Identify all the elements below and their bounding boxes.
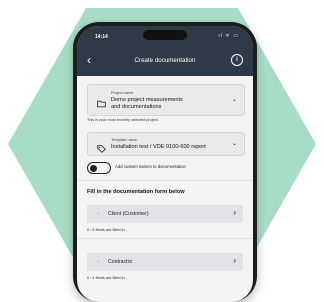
- tag-icon: [97, 140, 106, 158]
- form-item-contractor[interactable]: ⌄ Contractor ›: [87, 253, 243, 271]
- template-label: Template name: [111, 138, 137, 142]
- project-label: Project name: [111, 91, 134, 95]
- chevron-right-icon: ›: [233, 256, 236, 265]
- chevron-down-icon: ⌄: [96, 258, 101, 264]
- status-bar: 14:14 ıl ᯤ ▭: [77, 26, 253, 46]
- project-value-line1: Demo project measurements: [111, 97, 183, 103]
- form-item-fill-status: 0 / 5 fields are filled in: [87, 227, 125, 232]
- project-select[interactable]: Project name Demo project measurements a…: [87, 84, 245, 116]
- project-hint: This is your most recently selected proj…: [87, 118, 159, 122]
- section-divider: [77, 180, 253, 181]
- status-icons: ıl ᯤ ▭: [218, 33, 239, 39]
- chevron-right-icon: ›: [233, 208, 236, 217]
- page-title: Create documentation: [134, 57, 196, 64]
- template-select[interactable]: Template name Installation test / VDE 01…: [87, 132, 245, 156]
- form-item-fill-status: 0 / 4 fields are filled in: [87, 275, 125, 280]
- chevron-down-icon: ⌄: [231, 97, 237, 103]
- project-value-line2: and documentations: [111, 104, 162, 110]
- form-item-client[interactable]: ⌄ Client (Customer) ›: [87, 205, 243, 223]
- form-section-title: Fill in the documentation form below: [87, 189, 185, 195]
- phone-screen: 14:14 ıl ᯤ ▭ ‹ Create documentation i Pr…: [77, 26, 253, 302]
- form-item-name: Client (Customer): [108, 211, 149, 217]
- custom-names-label: Add custom names to documentation: [115, 164, 186, 169]
- info-icon[interactable]: i: [231, 54, 243, 66]
- toggle-knob: [90, 164, 97, 172]
- custom-names-toggle[interactable]: [87, 162, 111, 174]
- chevron-down-icon: ⌄: [231, 141, 237, 147]
- form-item-name: Contractor: [108, 259, 133, 265]
- item-divider: [77, 238, 253, 239]
- template-value: Installation test / VDE 0100-600 report: [111, 144, 206, 150]
- app-header: ‹ Create documentation i: [77, 46, 253, 76]
- status-time: 14:14: [95, 34, 108, 40]
- camera-notch: [143, 30, 187, 40]
- chevron-down-icon: ⌄: [96, 210, 101, 216]
- folder-icon: [97, 95, 106, 113]
